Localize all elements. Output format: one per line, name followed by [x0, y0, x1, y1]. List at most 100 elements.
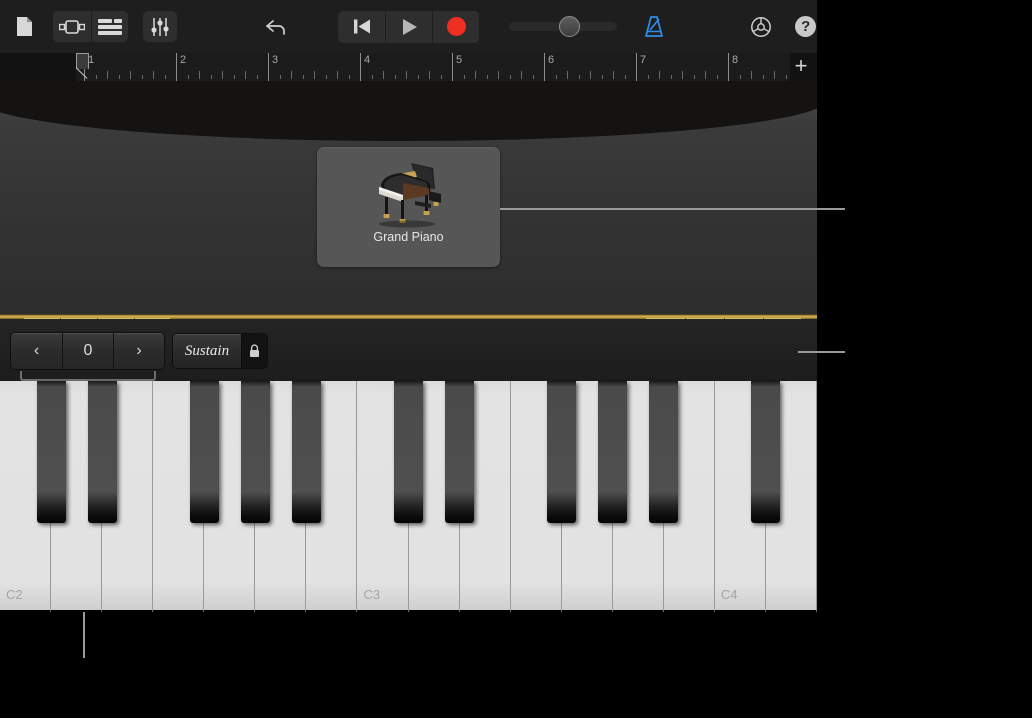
ruler-beat-tick	[245, 71, 246, 79]
ruler-beat-tick	[762, 75, 764, 79]
octave-range-indicator	[20, 371, 156, 381]
rewind-icon[interactable]	[338, 10, 386, 43]
ruler-bar-5: 5	[452, 53, 462, 81]
ruler-beat-tick	[475, 71, 476, 79]
ruler-beat-tick	[670, 75, 672, 79]
ruler-bar-label: 2	[180, 54, 187, 66]
help-icon[interactable]: ?	[794, 15, 817, 39]
ruler-beat-tick	[291, 71, 292, 79]
black-key[interactable]	[394, 381, 423, 523]
ruler-beat-tick	[199, 71, 200, 79]
play-icon[interactable]	[385, 10, 433, 43]
ruler-bar-4: 4	[360, 53, 370, 81]
ruler-beat-tick	[785, 75, 787, 79]
transport-controls	[338, 10, 480, 43]
white-key-label: C3	[363, 587, 381, 602]
add-track-icon[interactable]: +	[791, 55, 811, 78]
black-key[interactable]	[547, 381, 577, 523]
ruler-beat-tick	[107, 71, 108, 79]
garageband-window: ? 1 2 3 4 5 6 7 8 + Grand Piano ‹ 0 › Su…	[0, 0, 817, 613]
ruler-beat-tick	[325, 75, 327, 79]
white-key-label: C2	[6, 587, 23, 602]
ruler-beat-tick	[337, 71, 338, 79]
ruler-bar-label: 8	[732, 54, 739, 66]
black-key[interactable]	[240, 381, 270, 523]
document-icon[interactable]	[10, 11, 38, 42]
volume-slider[interactable]	[509, 16, 618, 37]
ruler-beat-tick	[233, 75, 235, 79]
ruler-beat-tick	[406, 71, 407, 79]
volume-slider-knob[interactable]	[559, 16, 581, 37]
black-key[interactable]	[649, 381, 679, 523]
ruler-bar-label: 5	[456, 54, 463, 66]
instrument-panel: Grand Piano	[0, 81, 817, 314]
ruler-beat-tick	[498, 71, 499, 79]
sustain-control-group: Sustain	[172, 333, 268, 369]
lock-icon[interactable]	[241, 334, 267, 368]
help-icon-glyph: ?	[795, 16, 817, 37]
settings-gear-icon[interactable]	[747, 12, 775, 42]
ruler-beat-tick	[578, 75, 580, 79]
ruler-beat-tick	[187, 75, 189, 79]
piano-lid-curve	[0, 89, 817, 141]
ruler-beat-tick	[463, 75, 465, 79]
octave-control-group: ‹ 0 ›	[10, 332, 165, 370]
black-key[interactable]	[445, 381, 475, 523]
timeline-ruler[interactable]: 1 2 3 4 5 6 7 8 +	[0, 53, 817, 81]
keyboard-callout	[83, 612, 85, 658]
black-key[interactable]	[598, 381, 628, 523]
undo-icon[interactable]	[262, 12, 290, 42]
black-key[interactable]	[751, 381, 781, 523]
black-key[interactable]	[36, 381, 66, 523]
ruler-beat-tick	[716, 75, 718, 79]
instrument-card-callout	[500, 208, 845, 210]
ruler-beat-tick	[647, 75, 649, 79]
ruler-beat-tick	[693, 75, 695, 79]
ruler-beat-tick	[118, 75, 120, 79]
ruler-beat-tick	[279, 75, 281, 79]
ruler-beat-tick	[774, 71, 775, 79]
grand-piano-image	[359, 155, 459, 229]
mixer-icon[interactable]	[143, 11, 178, 42]
instrument-card-grand-piano[interactable]: Grand Piano	[317, 147, 500, 267]
octave-up-button[interactable]: ›	[113, 333, 164, 369]
keyboard-control-bar: ‹ 0 › Sustain ग्लिसांडो	[0, 319, 817, 381]
piano-keyboard[interactable]: C2 C3 C4	[0, 381, 817, 613]
ruler-beat-tick	[751, 71, 752, 79]
ruler-beat-tick	[739, 75, 741, 79]
sustain-button[interactable]: Sustain	[173, 334, 241, 368]
ruler-bar-label: 4	[364, 54, 371, 66]
ruler-beat-tick	[567, 71, 568, 79]
ruler-bar-8: 8	[728, 53, 738, 81]
ruler-beat-tick	[555, 75, 557, 79]
ruler-beat-tick	[682, 71, 683, 79]
ruler-beat-tick	[659, 71, 660, 79]
ruler-beat-tick	[521, 71, 522, 79]
ruler-beat-tick	[130, 71, 131, 79]
ruler-bar-6: 6	[544, 53, 554, 81]
ruler-beat-tick	[613, 71, 614, 79]
ruler-beat-tick	[590, 71, 591, 79]
octave-value-display: 0	[62, 333, 113, 369]
black-key[interactable]	[189, 381, 219, 523]
chord-strip-callout	[798, 351, 845, 353]
ruler-beat-tick	[256, 75, 258, 79]
ruler-beat-tick	[486, 75, 488, 79]
ruler-beat-tick	[532, 75, 534, 79]
metronome-icon[interactable]	[640, 12, 668, 42]
ruler-beat-tick	[429, 71, 430, 79]
record-icon[interactable]	[432, 10, 480, 43]
ruler-bar-2: 2	[176, 53, 186, 81]
octave-down-button[interactable]: ‹	[11, 333, 62, 369]
black-key[interactable]	[291, 381, 321, 523]
top-toolbar: ?	[0, 0, 817, 53]
ruler-beat-tick	[705, 71, 706, 79]
tracks-view-icon[interactable]	[53, 11, 91, 42]
ruler-beat-tick	[210, 75, 212, 79]
ruler-beat-tick	[164, 75, 166, 79]
list-view-icon[interactable]	[90, 11, 129, 42]
ruler-bar-label: 3	[272, 54, 279, 66]
black-key[interactable]	[87, 381, 117, 523]
playhead[interactable]	[76, 53, 89, 81]
ruler-beat-tick	[624, 75, 626, 79]
